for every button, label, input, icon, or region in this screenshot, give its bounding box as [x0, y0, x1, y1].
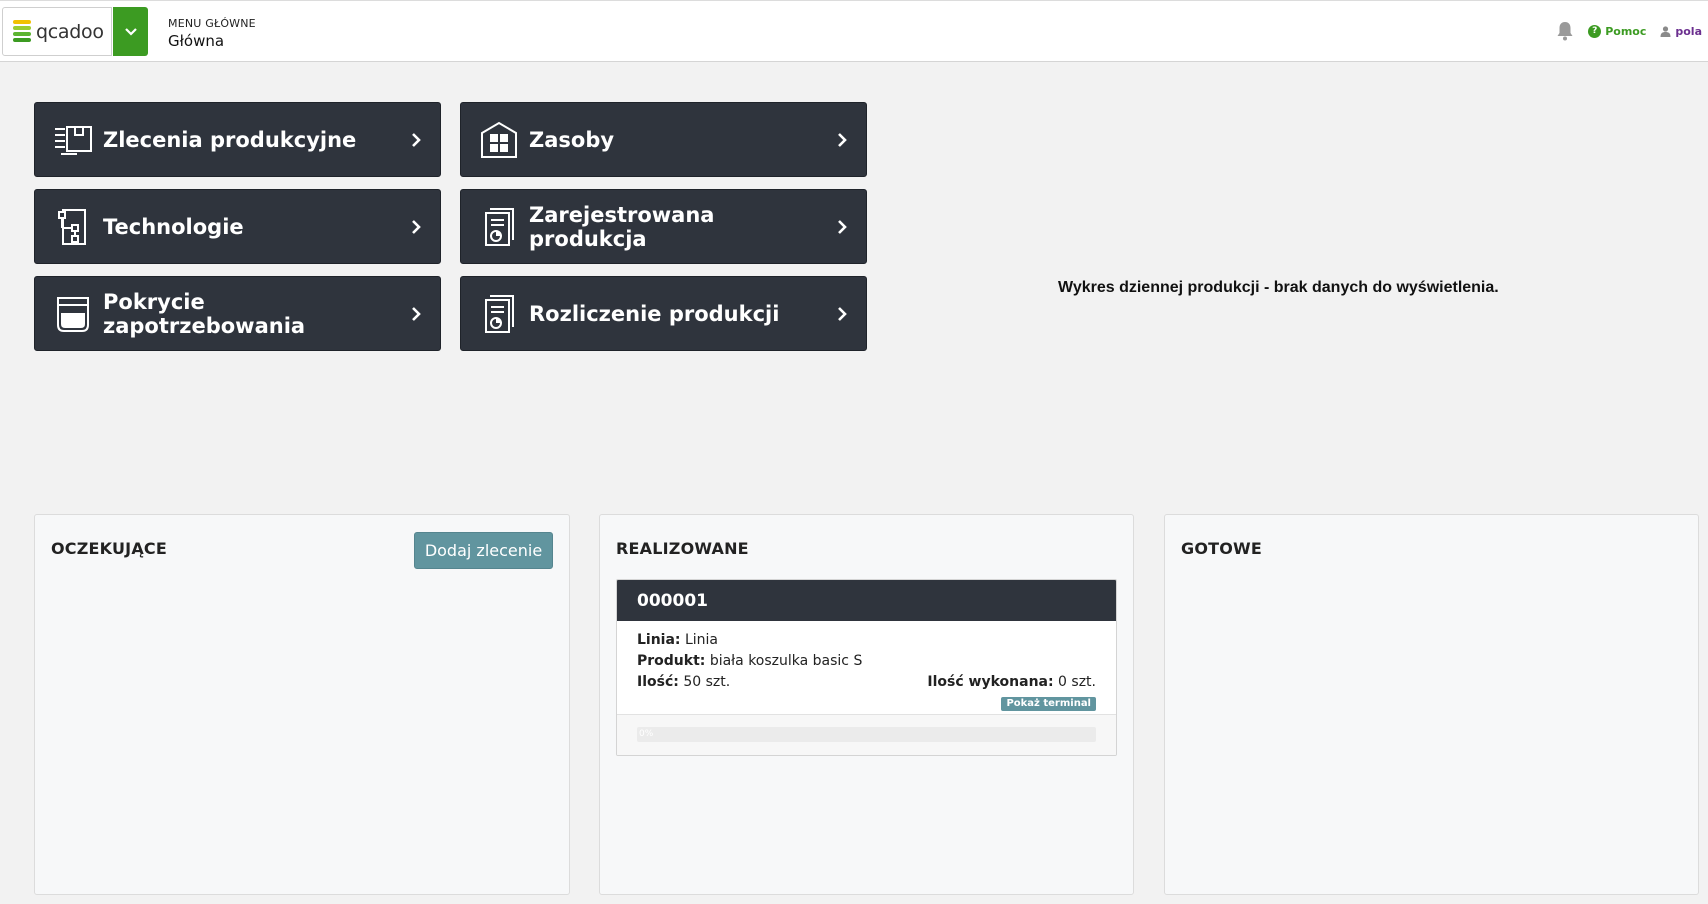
column-title: REALIZOWANE: [616, 539, 749, 558]
tile-production-orders[interactable]: Zlecenia produkcyjne: [34, 102, 441, 177]
order-quantity-label: Ilość:: [637, 674, 679, 690]
order-line-value: Linia: [684, 632, 719, 648]
production-orders-icon: [53, 119, 93, 161]
user-name: pola: [1675, 24, 1702, 38]
order-product-label: Produkt:: [637, 653, 706, 669]
chevron-right-icon: [838, 219, 847, 234]
technologies-icon: [53, 206, 93, 248]
logo[interactable]: qcadoo: [2, 7, 112, 56]
tile-label: Rozliczenie produkcji: [529, 301, 780, 326]
chevron-right-icon: [838, 306, 847, 321]
tile-label: Technologie: [103, 214, 244, 239]
top-right-actions: ? Pomoc pola: [1556, 21, 1702, 41]
column-title: GOTOWE: [1181, 539, 1263, 558]
order-quantity-value: 50 szt.: [683, 674, 731, 690]
user-menu[interactable]: pola: [1660, 25, 1702, 38]
chevron-right-icon: [412, 132, 421, 147]
help-label: Pomoc: [1605, 24, 1647, 38]
logo-mark-icon: [13, 19, 31, 44]
breadcrumb-section: MENU GŁÓWNE: [168, 17, 256, 30]
chevron-right-icon: [838, 132, 847, 147]
breadcrumb: MENU GŁÓWNE Główna: [168, 17, 256, 50]
chevron-right-icon: [412, 306, 421, 321]
tile-resources[interactable]: Zasoby: [460, 102, 867, 177]
order-progress-bar: 0%: [637, 727, 1096, 742]
tile-demand-coverage[interactable]: Pokrycie zapotrzebowania: [34, 276, 441, 351]
tile-label: Zarejestrowana produkcja: [529, 202, 715, 251]
tile-technologies[interactable]: Technologie: [34, 189, 441, 264]
tile-label: Zasoby: [529, 127, 615, 152]
order-done-quantity: Ilość wykonana: 0 szt.: [927, 672, 1096, 693]
demand-coverage-icon: [53, 293, 93, 335]
order-product: Produkt: biała koszulka basic S: [637, 651, 1096, 672]
registered-production-icon: [479, 206, 519, 248]
resources-warehouse-icon: [479, 119, 519, 161]
production-settlement-icon: [479, 293, 519, 335]
help-question-icon: ?: [1588, 24, 1602, 38]
tile-registered-production[interactable]: Zarejestrowana produkcja: [460, 189, 867, 264]
order-number[interactable]: 000001: [617, 580, 1116, 621]
order-line: Linia: Linia: [637, 630, 1096, 651]
column-pending: OCZEKUJĄCE Dodaj zlecenie: [34, 514, 570, 895]
column-title: OCZEKUJĄCE: [51, 539, 167, 558]
tile-label: Zlecenia produkcyjne: [103, 127, 357, 152]
main-menu-toggle-button[interactable]: [113, 7, 148, 56]
top-bar: qcadoo MENU GŁÓWNE Główna ? Pomoc pola: [0, 0, 1708, 62]
add-order-button[interactable]: Dodaj zlecenie: [414, 532, 553, 569]
chevron-down-icon: [124, 27, 137, 36]
column-done: GOTOWE: [1164, 514, 1699, 895]
chevron-right-icon: [412, 219, 421, 234]
order-progress-area: 0%: [617, 715, 1116, 755]
show-terminal-button[interactable]: Pokaż terminal: [1001, 697, 1096, 711]
help-link[interactable]: ? Pomoc: [1588, 24, 1647, 38]
logo-text: qcadoo: [36, 20, 104, 43]
order-line-label: Linia:: [637, 632, 681, 648]
order-details: Linia: Linia Produkt: biała koszulka bas…: [617, 621, 1116, 715]
order-done-label: Ilość wykonana:: [927, 674, 1054, 690]
order-progress-text: 0%: [639, 729, 654, 739]
page-title: Główna: [168, 32, 225, 50]
order-done-value: 0 szt.: [1058, 674, 1096, 690]
tile-label: Pokrycie zapotrzebowania: [103, 289, 306, 338]
order-product-value: biała koszulka basic S: [709, 653, 863, 669]
daily-production-chart-message: Wykres dziennej produkcji - brak danych …: [1058, 279, 1499, 296]
column-in-progress: REALIZOWANE 000001 Linia: Linia Produkt:…: [599, 514, 1134, 895]
notifications-bell-icon[interactable]: [1556, 21, 1574, 41]
user-icon: [1660, 25, 1671, 37]
tile-production-settlement[interactable]: Rozliczenie produkcji: [460, 276, 867, 351]
order-card[interactable]: 000001 Linia: Linia Produkt: biała koszu…: [616, 579, 1117, 756]
